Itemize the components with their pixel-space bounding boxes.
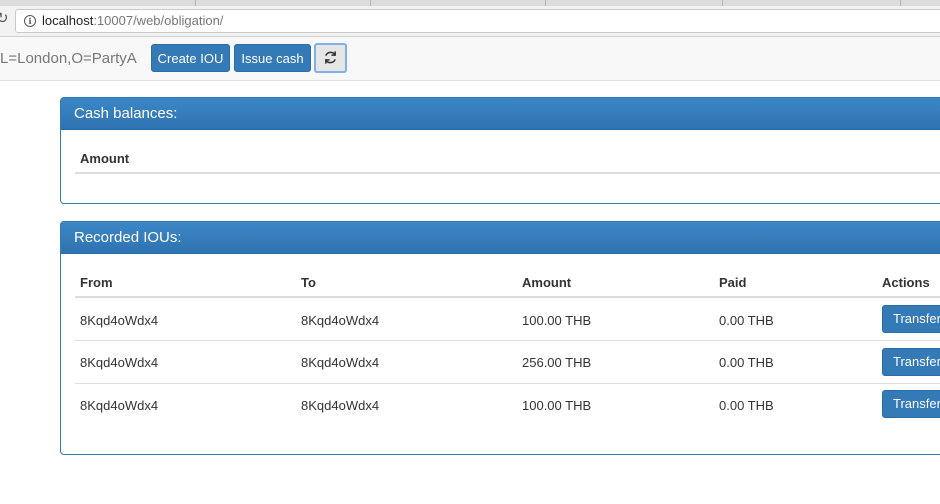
row-paid: 0.00 THB [719,355,774,370]
recorded-ious-title: Recorded IOUs: [61,222,940,254]
row-from: 8Kqd4oWdx4 [80,398,159,413]
browser-address-bar: ↻ i localhost:10007/web/obligation/ [0,6,940,37]
create-iou-button[interactable]: Create IOU [151,44,230,72]
party-name: L=London,O=PartyA [0,50,137,67]
column-actions: Actions [882,275,930,290]
column-amount: Amount [522,275,572,290]
cash-balances-panel: Cash balances: Amount [60,97,940,204]
cash-column-amount: Amount [80,151,130,166]
app-header: L=London,O=PartyA Create IOU Issue cash [0,37,940,81]
recorded-ious-panel: Recorded IOUs: From To Amount Paid Actio… [60,221,940,455]
row-amount: 256.00 THB [522,355,592,370]
row-to: 8Kqd4oWdx4 [301,313,380,328]
url-text: localhost:10007/web/obligation/ [42,13,223,28]
transfer-button[interactable]: Transfer [882,305,940,333]
browser-reload-icon[interactable]: ↻ [0,11,10,26]
transfer-button[interactable]: Transfer [882,348,940,376]
row-amount: 100.00 THB [522,313,592,328]
row-paid: 0.00 THB [719,398,774,413]
info-icon[interactable]: i [24,15,36,27]
column-from: From [80,275,113,290]
cash-table-header-divider [75,172,940,174]
row-to: 8Kqd4oWdx4 [301,398,380,413]
url-path: :10007/web/obligation/ [93,13,224,28]
column-paid: Paid [719,275,747,290]
url-field[interactable]: i localhost:10007/web/obligation/ [15,9,940,33]
row-to: 8Kqd4oWdx4 [301,355,380,370]
refresh-icon [325,51,336,64]
row-divider [75,340,940,341]
column-to: To [301,275,316,290]
issue-cash-button[interactable]: Issue cash [234,44,311,72]
cash-balances-title: Cash balances: [61,98,940,130]
row-paid: 0.00 THB [719,313,774,328]
transfer-button[interactable]: Transfer [882,390,940,418]
row-from: 8Kqd4oWdx4 [80,355,159,370]
row-amount: 100.00 THB [522,398,592,413]
url-host: localhost [42,13,94,28]
iou-table-header-divider [75,296,940,298]
row-from: 8Kqd4oWdx4 [80,313,159,328]
refresh-button[interactable] [314,43,347,73]
row-divider [75,383,940,384]
